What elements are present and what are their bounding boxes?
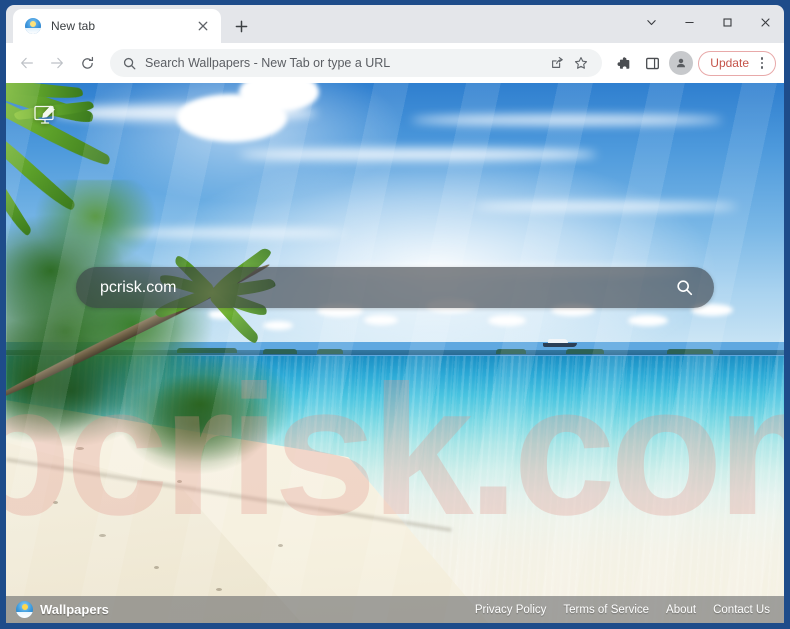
wallpapers-sun-icon [25, 18, 41, 34]
minimize-icon[interactable] [670, 5, 708, 39]
distant-island [566, 349, 605, 355]
reload-icon[interactable] [72, 48, 102, 78]
sand-speck [216, 587, 223, 591]
boat [542, 338, 577, 347]
share-icon[interactable] [546, 52, 568, 74]
distant-island [667, 348, 714, 354]
close-tab-icon[interactable] [194, 17, 212, 35]
close-window-icon[interactable] [746, 5, 784, 39]
wallpapers-search-bar[interactable]: pcrisk.com [76, 267, 714, 308]
footer-link-terms-of-service[interactable]: Terms of Service [563, 604, 649, 616]
magnifier-icon[interactable] [674, 278, 694, 298]
window-controls [632, 5, 784, 39]
brand-name: Wallpapers [40, 602, 109, 617]
extensions-puzzle-icon[interactable] [609, 49, 637, 77]
new-tab-page: pcrisk.com pcrisk.com [6, 83, 784, 623]
wallpapers-brand[interactable]: Wallpapers [16, 601, 109, 618]
browser-toolbar: Search Wallpapers - New Tab or type a UR… [6, 43, 784, 83]
chevron-down-icon[interactable] [632, 5, 670, 39]
cloud-wisp [239, 147, 598, 161]
cloud-wisp [472, 201, 738, 211]
browser-tab[interactable]: New tab [13, 9, 221, 43]
page-footer: Wallpapers Privacy Policy Terms of Servi… [6, 596, 784, 623]
search-icon [122, 56, 136, 70]
wallpapers-search-input[interactable]: pcrisk.com [100, 279, 674, 297]
profile-avatar[interactable] [669, 51, 694, 75]
browser-window: New tab Search Wallpapers - New Tab or t… [0, 0, 790, 629]
tab-title: New tab [51, 19, 96, 33]
update-button-label: Update [710, 56, 749, 70]
address-bar-placeholder: Search Wallpapers - New Tab or type a UR… [145, 56, 391, 70]
forward-arrow-icon[interactable] [42, 48, 72, 78]
tab-strip: New tab [6, 5, 784, 43]
footer-links: Privacy Policy Terms of Service About Co… [475, 604, 770, 616]
sand-speck [153, 566, 159, 569]
bookmark-star-icon[interactable] [570, 52, 592, 74]
wallpapers-sun-logo-icon [16, 601, 33, 618]
maximize-icon[interactable] [708, 5, 746, 39]
back-arrow-icon[interactable] [12, 48, 42, 78]
sand-speck [99, 533, 107, 537]
footer-link-about[interactable]: About [666, 604, 696, 616]
side-panel-icon[interactable] [638, 49, 666, 77]
chrome-menu-icon[interactable] [752, 53, 772, 73]
customize-page-icon[interactable] [34, 105, 56, 125]
footer-link-contact-us[interactable]: Contact Us [713, 604, 770, 616]
distant-island [496, 348, 527, 354]
update-button[interactable]: Update [698, 50, 776, 76]
address-bar[interactable]: Search Wallpapers - New Tab or type a UR… [110, 49, 603, 77]
footer-link-privacy-policy[interactable]: Privacy Policy [475, 604, 547, 616]
new-tab-button[interactable] [227, 12, 255, 40]
